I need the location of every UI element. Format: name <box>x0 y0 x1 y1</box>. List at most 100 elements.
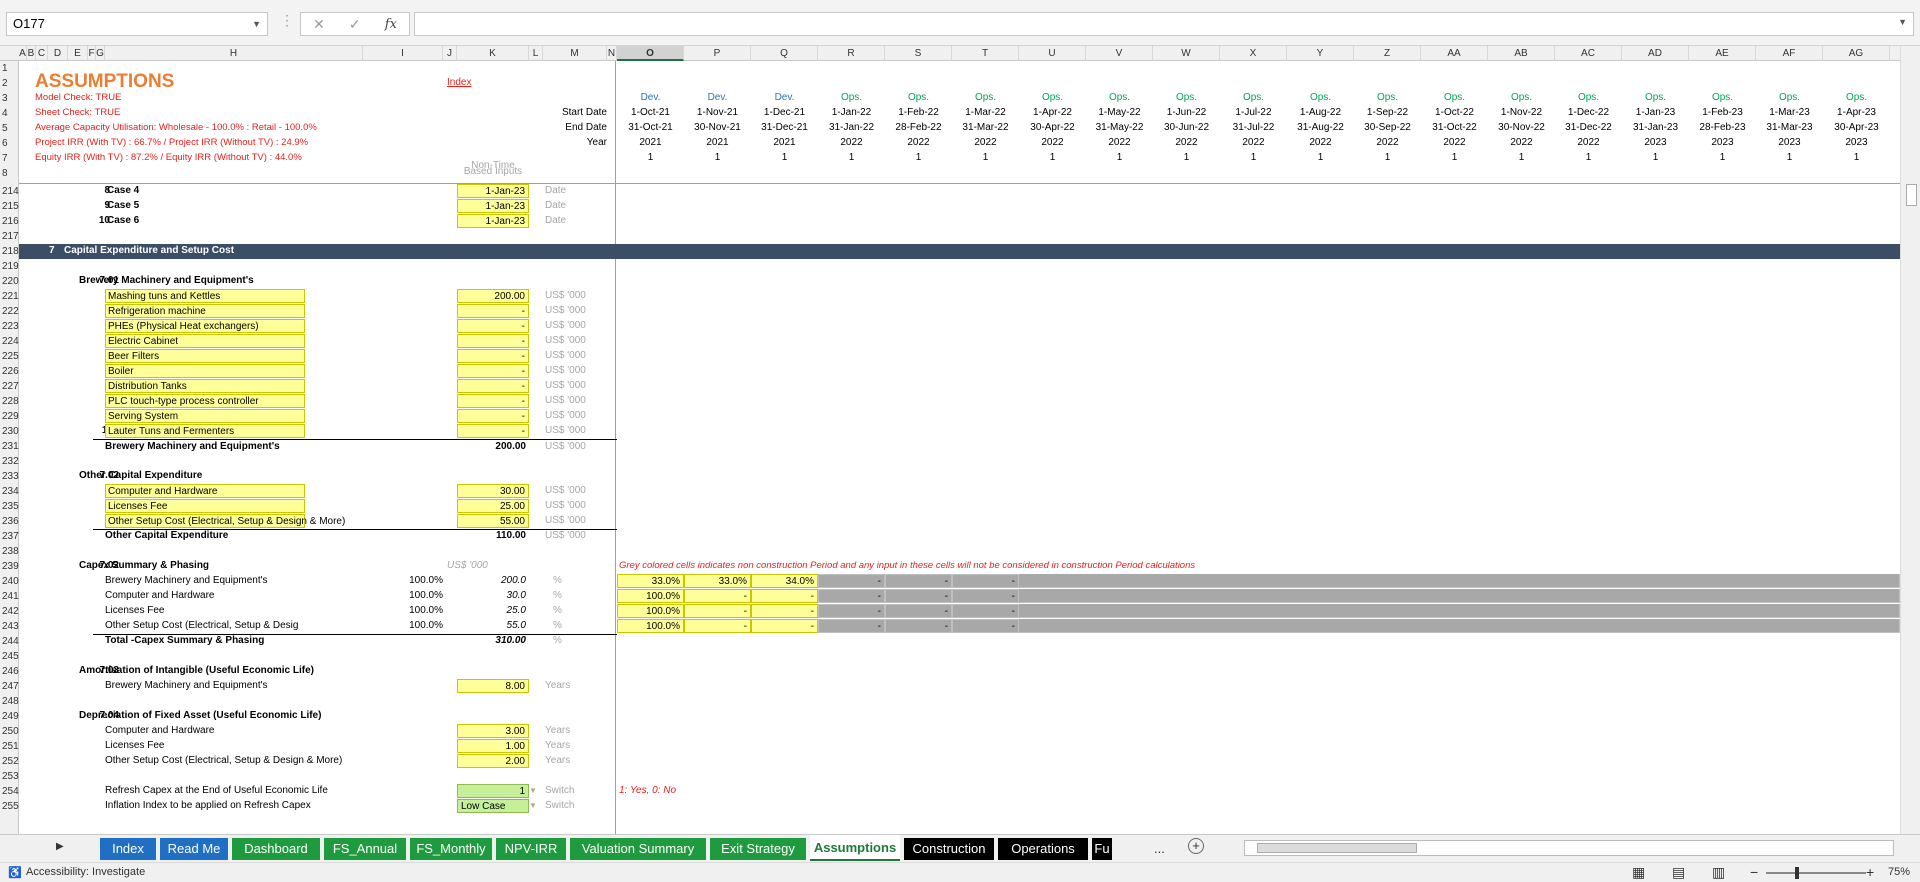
row-header-245[interactable]: 245 <box>0 649 19 664</box>
sheet-grid[interactable]: ASSUMPTIONS Index Model Check: TRUE Sheet C… <box>19 61 1900 834</box>
row-header-216[interactable]: 216 <box>0 214 19 229</box>
switch-input[interactable]: 1 <box>457 784 529 798</box>
accessibility-icon[interactable]: ♿ <box>8 866 22 879</box>
row-header-218[interactable]: 218 <box>0 244 19 259</box>
item-value-input[interactable]: - <box>457 334 529 348</box>
row-header-7[interactable]: 7 <box>0 151 19 166</box>
phasing-input[interactable]: - <box>818 604 885 618</box>
enter-icon[interactable]: ✓ <box>349 16 361 33</box>
phasing-input[interactable]: 33.0% <box>617 574 684 588</box>
zoom-level[interactable]: 75% <box>1888 866 1910 878</box>
sheet-tab-npv-irr[interactable]: NPV-IRR <box>496 838 566 860</box>
vertical-scrollbar[interactable] <box>1900 46 1920 834</box>
column-header-Z[interactable]: Z <box>1354 46 1421 61</box>
phasing-input[interactable]: - <box>952 619 1019 633</box>
column-header-N[interactable]: N <box>607 46 617 61</box>
row-header-226[interactable]: 226 <box>0 364 19 379</box>
row-header-229[interactable]: 229 <box>0 409 19 424</box>
row-header-223[interactable]: 223 <box>0 319 19 334</box>
column-header-L[interactable]: L <box>529 46 543 61</box>
row-header-249[interactable]: 249 <box>0 709 19 724</box>
column-header-E[interactable]: E <box>68 46 88 61</box>
column-header-G[interactable]: G <box>96 46 105 61</box>
row-header-240[interactable]: 240 <box>0 574 19 589</box>
row-header-8[interactable]: 8 <box>0 166 19 181</box>
chevron-down-icon[interactable]: ▼ <box>1898 17 1907 27</box>
phasing-input[interactable]: 34.0% <box>751 574 818 588</box>
column-header-V[interactable]: V <box>1086 46 1153 61</box>
phasing-input[interactable]: - <box>885 619 952 633</box>
column-header-Q[interactable]: Q <box>751 46 818 61</box>
row-header-219[interactable]: 219 <box>0 259 19 274</box>
row-header-1[interactable]: 1 <box>0 61 19 76</box>
row-header-239[interactable]: 239 <box>0 559 19 574</box>
name-box[interactable]: O177 ▼ <box>6 12 268 36</box>
column-header-AE[interactable]: AE <box>1689 46 1756 61</box>
phasing-input[interactable]: - <box>751 619 818 633</box>
row-header-6[interactable]: 6 <box>0 136 19 151</box>
item-value-input[interactable]: - <box>457 349 529 363</box>
column-header-X[interactable]: X <box>1220 46 1287 61</box>
sheet-tab-operations[interactable]: Operations <box>998 838 1088 860</box>
column-header-O[interactable]: O <box>617 46 684 61</box>
phasing-input[interactable]: - <box>684 619 751 633</box>
item-value-input[interactable]: 30.00 <box>457 484 529 498</box>
row-header-222[interactable]: 222 <box>0 304 19 319</box>
row-header-228[interactable]: 228 <box>0 394 19 409</box>
column-header-F[interactable]: F <box>88 46 96 61</box>
column-header-T[interactable]: T <box>952 46 1019 61</box>
item-value-input[interactable]: 1.00 <box>457 739 529 753</box>
column-header-AG[interactable]: AG <box>1823 46 1890 61</box>
add-sheet-icon[interactable]: + <box>1188 838 1204 854</box>
item-value-input[interactable]: 200.00 <box>457 289 529 303</box>
zoom-in-icon[interactable]: + <box>1866 864 1874 880</box>
chevron-down-icon[interactable]: ▼ <box>252 13 261 35</box>
item-value-input[interactable]: 8.00 <box>457 679 529 693</box>
zoom-slider-handle[interactable] <box>1795 867 1799 879</box>
row-header-214[interactable]: 214 <box>0 184 19 199</box>
row-header-220[interactable]: 220 <box>0 274 19 289</box>
sheet-tab-assumptions[interactable]: Assumptions <box>810 835 900 861</box>
row-header-244[interactable]: 244 <box>0 634 19 649</box>
column-header-M[interactable]: M <box>543 46 607 61</box>
chevron-down-icon[interactable]: ▼ <box>529 784 537 798</box>
item-value-input[interactable]: - <box>457 364 529 378</box>
item-value-input[interactable]: - <box>457 424 529 438</box>
horizontal-scrollbar[interactable] <box>1244 840 1894 856</box>
item-label[interactable]: Boiler <box>105 364 305 378</box>
column-header-AD[interactable]: AD <box>1622 46 1689 61</box>
hscroll-thumb[interactable] <box>1257 843 1417 853</box>
row-header-242[interactable]: 242 <box>0 604 19 619</box>
item-label[interactable]: Electric Cabinet <box>105 334 305 348</box>
row-header-236[interactable]: 236 <box>0 514 19 529</box>
item-value-input[interactable]: 2.00 <box>457 754 529 768</box>
normal-view-icon[interactable]: ▦ <box>1632 864 1645 881</box>
phasing-input[interactable]: - <box>952 589 1019 603</box>
item-label[interactable]: PLC touch-type process controller <box>105 394 305 408</box>
case-date-input[interactable]: 1-Jan-23 <box>457 184 529 198</box>
column-header-K[interactable]: K <box>457 46 529 61</box>
row-header-246[interactable]: 246 <box>0 664 19 679</box>
row-header-253[interactable]: 253 <box>0 769 19 784</box>
item-label[interactable]: PHEs (Physical Heat exchangers) <box>105 319 305 333</box>
row-header-4[interactable]: 4 <box>0 106 19 121</box>
item-label[interactable]: Computer and Hardware <box>105 484 305 498</box>
zoom-out-icon[interactable]: − <box>1750 864 1758 880</box>
row-header-224[interactable]: 224 <box>0 334 19 349</box>
row-header-221[interactable]: 221 <box>0 289 19 304</box>
phasing-input[interactable]: - <box>684 589 751 603</box>
row-header-248[interactable]: 248 <box>0 694 19 709</box>
phasing-input[interactable]: - <box>885 574 952 588</box>
row-header-241[interactable]: 241 <box>0 589 19 604</box>
column-header-B[interactable]: B <box>27 46 36 61</box>
row-header-217[interactable]: 217 <box>0 229 19 244</box>
row-header-230[interactable]: 230 <box>0 424 19 439</box>
item-value-input[interactable]: - <box>457 394 529 408</box>
phasing-input[interactable]: - <box>885 589 952 603</box>
item-label[interactable]: Mashing tuns and Kettles <box>105 289 305 303</box>
row-header-215[interactable]: 215 <box>0 199 19 214</box>
phasing-input[interactable]: - <box>885 604 952 618</box>
tabs-more[interactable]: ... <box>1154 838 1165 860</box>
sheet-tab-fs-monthly[interactable]: FS_Monthly <box>410 838 492 860</box>
column-header-J[interactable]: J <box>443 46 457 61</box>
